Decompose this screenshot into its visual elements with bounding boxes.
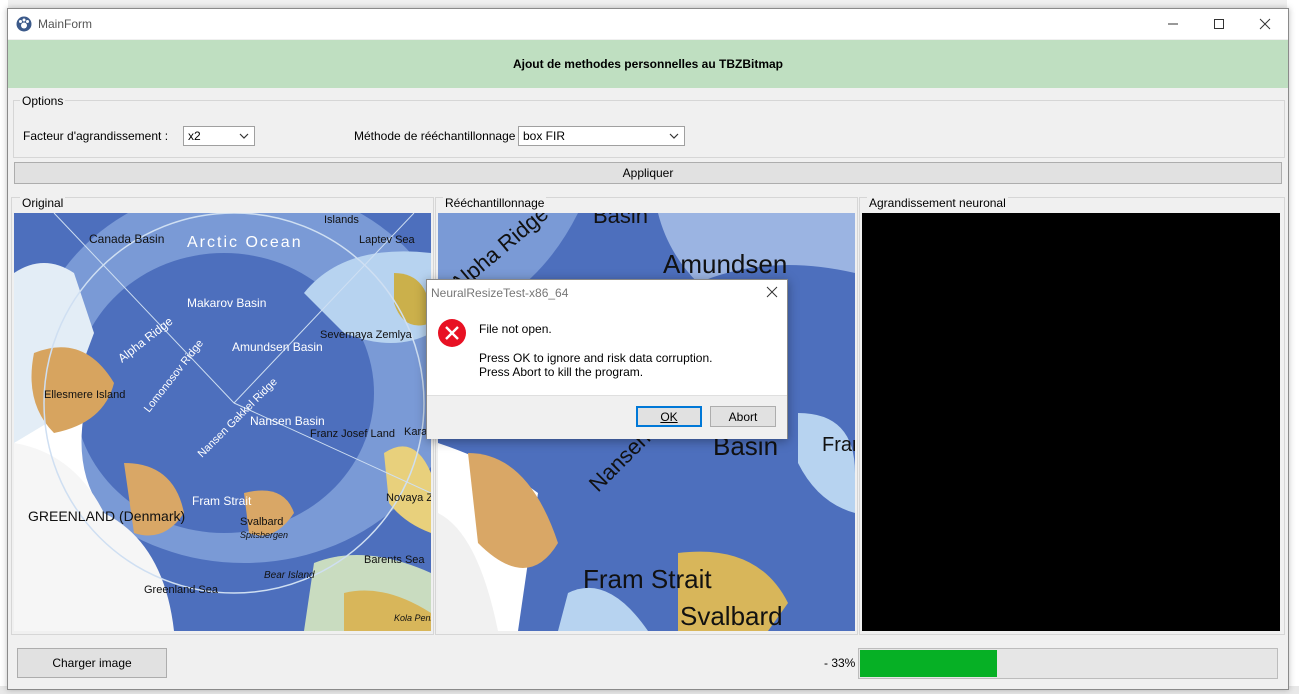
dialog-message-line1: File not open. [479,322,552,336]
svg-text:Canada Basin: Canada Basin [89,232,164,246]
window-title: MainForm [38,17,93,31]
factor-select[interactable]: x2 [183,126,255,146]
ok-button[interactable]: OK [636,406,702,427]
maximize-icon [1214,19,1224,29]
progress-text: - 33% [824,656,856,670]
svg-text:Amundsen: Amundsen [663,249,787,279]
svg-text:Franz Josef Land: Franz Josef Land [822,434,855,456]
dialog-footer: OK Abort [427,395,787,439]
options-group-label: Options [20,94,66,108]
minimize-icon [1168,23,1178,25]
resampled-panel-label: Rééchantillonnage [443,196,547,210]
dialog-body: File not open. Press OK to ignore and ri… [427,310,787,395]
svg-text:Svalbard: Svalbard [240,516,283,528]
error-icon [438,319,466,347]
svg-text:Svalbard: Svalbard [680,601,783,631]
svg-text:Islands: Islands [324,214,359,226]
method-select-value: box FIR [523,129,566,143]
apply-button[interactable]: Appliquer [14,162,1282,184]
dialog-message-line3: Press Abort to kill the program. [479,365,644,379]
svg-text:Barents Sea: Barents Sea [364,554,425,566]
load-image-button[interactable]: Charger image [17,648,167,678]
svg-text:Fram Strait: Fram Strait [192,494,252,508]
app-icon [16,16,32,32]
svg-text:Amundsen Basin: Amundsen Basin [232,340,323,354]
svg-text:GREENLAND (Denmark): GREENLAND (Denmark) [28,508,185,524]
svg-text:Laptev Sea: Laptev Sea [359,234,416,246]
close-button[interactable] [1242,9,1288,39]
svg-text:Kola Peninsula: Kola Peninsula [394,613,431,623]
ok-button-label: OK [660,409,678,424]
header-banner: Ajout de methodes personnelles au TBZBit… [8,40,1288,88]
abort-button[interactable]: Abort [710,406,776,427]
dialog-close-icon[interactable] [765,285,779,299]
chevron-down-icon [239,133,249,139]
original-panel-label: Original [20,196,66,210]
svg-text:Fram Strait: Fram Strait [583,564,712,594]
maximize-button[interactable] [1196,9,1242,39]
error-dialog: NeuralResizeTest-x86_64 File not open. P… [426,279,788,439]
svg-text:Greenland Sea: Greenland Sea [144,584,219,596]
svg-text:Basin: Basin [593,213,648,228]
svg-text:Severnaya Zemlya: Severnaya Zemlya [320,329,413,341]
method-select[interactable]: box FIR [518,126,685,146]
method-label: Méthode de rééchantillonnage [354,129,516,143]
svg-text:Novaya Zemlya: Novaya Zemlya [386,492,431,504]
close-icon [1259,18,1271,30]
minimize-button[interactable] [1150,9,1196,39]
svg-text:Spitsbergen: Spitsbergen [240,530,288,540]
svg-text:Franz Josef Land: Franz Josef Land [310,428,395,440]
chevron-down-icon [669,133,679,139]
progress-fill [860,650,997,677]
factor-label: Facteur d'agrandissement : [23,129,169,143]
neural-panel-label: Agrandissement neuronal [867,196,1008,210]
svg-text:Makarov Basin: Makarov Basin [187,296,266,310]
factor-select-value: x2 [188,129,201,143]
dialog-message: File not open. Press OK to ignore and ri… [479,322,712,379]
abort-button-label: Abort [728,409,758,424]
progress-bar [858,648,1278,679]
svg-text:Arctic Ocean: Arctic Ocean [187,234,303,251]
svg-text:Nansen Basin: Nansen Basin [250,414,325,428]
original-map-image: Canada Basin Arctic Ocean Islands Laptev… [14,213,431,631]
neural-output-image [862,213,1280,631]
title-bar[interactable]: MainForm [8,9,1288,39]
svg-text:Bear Island: Bear Island [264,570,315,581]
svg-text:Ellesmere Island: Ellesmere Island [44,389,125,401]
dialog-title: NeuralResizeTest-x86_64 [431,286,569,300]
dialog-message-line2: Press OK to ignore and risk data corrupt… [479,351,713,365]
